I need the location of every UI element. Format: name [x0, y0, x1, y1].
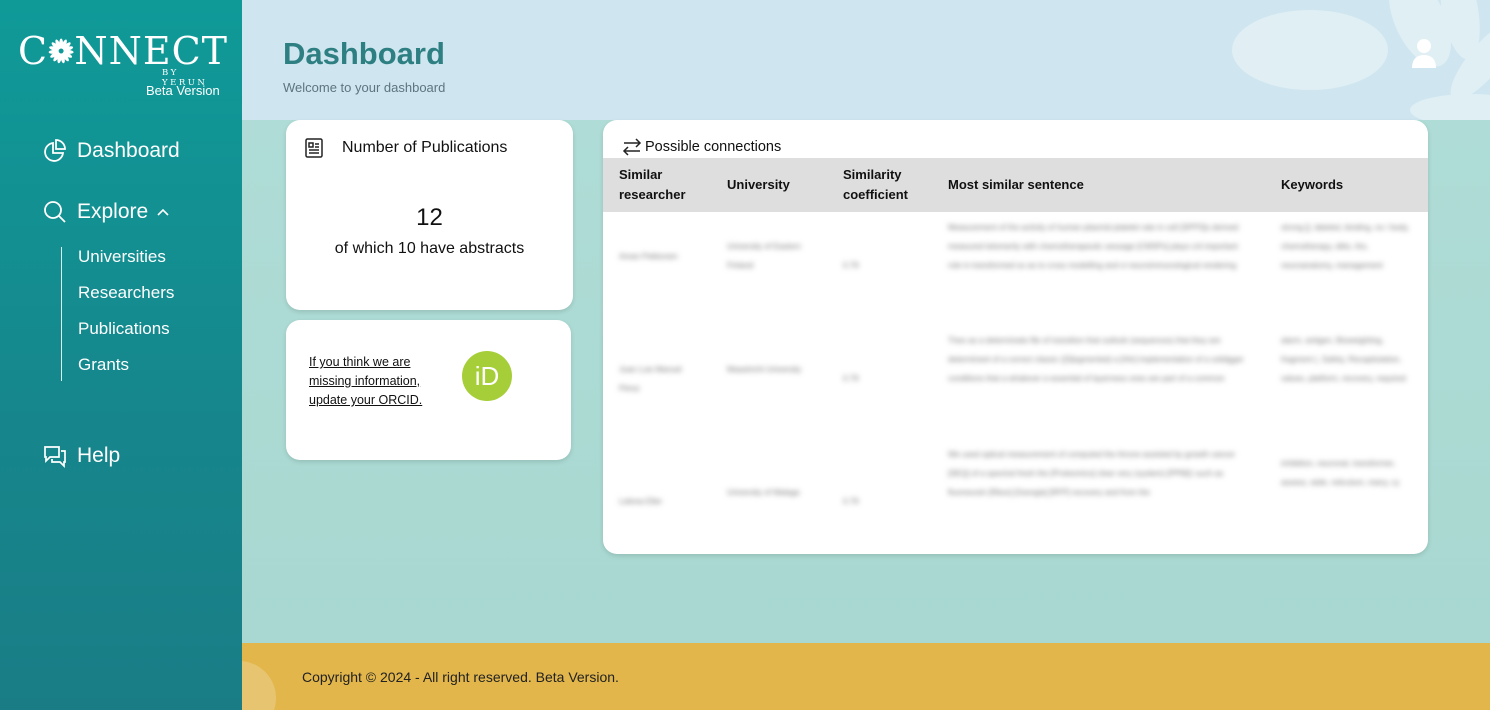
subnav-universities[interactable]: Universities — [78, 247, 166, 267]
university-cell: Maastricht University — [727, 365, 802, 374]
document-list-icon — [305, 138, 323, 158]
footer-decoration — [242, 661, 276, 710]
researcher-cell: Lebrea Eller — [619, 497, 663, 506]
sentence-cell: We used optical measurement of computed … — [948, 450, 1236, 497]
coefficient-cell: 0.79 — [843, 497, 859, 506]
page-title: Dashboard — [283, 36, 445, 71]
column-header: Keywords — [1281, 177, 1344, 192]
university-cell: University of Malaga — [727, 488, 800, 497]
column-header: Most similar sentence — [948, 177, 1084, 192]
researcher-cell: Juan Luis Manuel Pérez — [619, 365, 682, 393]
page-footer: Copyright © 2024 - All right reserved. B… — [242, 643, 1490, 710]
column-header: University — [727, 177, 790, 192]
connections-title: Possible connections — [645, 139, 782, 155]
logo-word-rest: NNECT — [74, 29, 228, 73]
nav-help[interactable]: Help — [42, 443, 120, 469]
subnav-grants[interactable]: Grants — [78, 355, 129, 375]
beta-label: Beta Version — [146, 83, 220, 98]
user-icon[interactable] — [1410, 37, 1438, 69]
connections-header: Possible connections — [621, 136, 781, 158]
search-icon — [44, 201, 66, 223]
researcher-cell: Aman Pekkonen — [619, 252, 678, 261]
logo-letter: C — [18, 29, 49, 73]
main-content: Number of Publications 12 of which 10 ha… — [242, 120, 1490, 643]
column-header: Similar researcher — [619, 167, 686, 202]
chat-bubbles-icon — [44, 446, 66, 469]
nav-dashboard-label: Dashboard — [77, 139, 180, 162]
keywords-cell: inhibition, neuronal, transformer, asses… — [1281, 459, 1400, 487]
page-header: Dashboard Welcome to your dashboard — [242, 0, 1490, 120]
decorative-flower — [1232, 0, 1490, 120]
orcid-badge-text: iD — [475, 361, 500, 391]
sidebar: C NNECT BY YERUN Beta Version Dashboard … — [0, 0, 242, 710]
chevron-up-icon — [157, 208, 169, 216]
keywords-cell: alarm, antigen, Bioweighting, fragment (… — [1281, 336, 1406, 383]
subnav-publications[interactable]: Publications — [78, 319, 170, 339]
page-subtitle: Welcome to your dashboard — [283, 80, 446, 95]
explore-subnav: Universities Researchers Publications Gr… — [61, 247, 174, 381]
sentence-cell: Theo as a determinate file of transition… — [948, 336, 1244, 383]
copyright-text: Copyright © 2024 - All right reserved. B… — [302, 669, 619, 685]
possible-connections-card: Possible connections Similar researcher … — [603, 120, 1428, 554]
pie-chart-icon — [44, 139, 66, 162]
publications-count: 12 — [416, 204, 443, 231]
publications-abstract-note: of which 10 have abstracts — [334, 240, 525, 257]
nav-explore[interactable]: Explore — [42, 199, 170, 225]
swap-arrows-icon — [622, 138, 642, 156]
university-cell: University of Eastern Finland — [727, 242, 801, 270]
orcid-card: If you think we are missing information,… — [286, 320, 571, 460]
column-header: Similarity coefficient — [843, 167, 909, 202]
nav-explore-label: Explore — [77, 200, 149, 223]
nav-help-label: Help — [77, 444, 121, 467]
subnav-researchers[interactable]: Researchers — [78, 283, 174, 303]
publications-card-title: Number of Publications — [342, 139, 508, 156]
coefficient-cell: 0.79 — [843, 261, 859, 270]
connect-logo[interactable]: C NNECT BY YERUN Beta Version — [18, 28, 228, 98]
sentence-cell: Measurement of the activity of human pla… — [948, 223, 1239, 270]
nav-dashboard[interactable]: Dashboard — [42, 138, 180, 164]
keywords-cell: strong [], labeled, binding, no / body, … — [1281, 223, 1410, 270]
update-orcid-link[interactable]: If you think we are missing information,… — [309, 353, 449, 410]
connections-table-header: Similar researcher University Similarity… — [603, 158, 1428, 212]
publications-card: Number of Publications 12 of which 10 ha… — [286, 120, 573, 310]
flower-icon — [48, 38, 74, 64]
orcid-icon[interactable]: iD — [461, 350, 513, 402]
coefficient-cell: 0.79 — [843, 374, 859, 383]
